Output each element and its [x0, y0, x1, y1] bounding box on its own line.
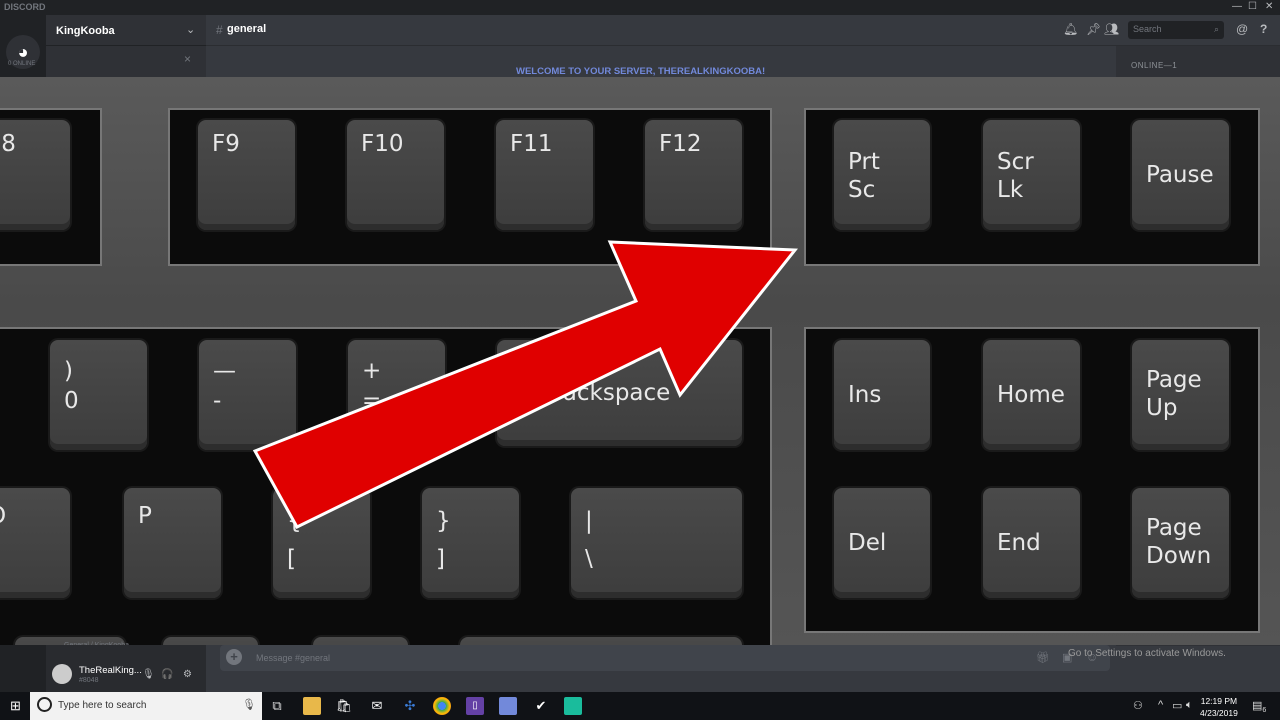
- user-tag: #8048: [79, 677, 99, 684]
- microphone-icon[interactable]: 🎙: [142, 669, 155, 680]
- headset-icon[interactable]: 🎧: [161, 669, 173, 680]
- title-bar: DISCORD — ☐ ✕: [0, 0, 1280, 15]
- chevron-down-icon[interactable]: ⌄: [186, 23, 195, 36]
- divider: [46, 45, 206, 46]
- mail-icon[interactable]: ✉: [368, 697, 386, 715]
- maximize-button[interactable]: ☐: [1248, 1, 1257, 12]
- windows-start-icon[interactable]: ⊞: [10, 698, 21, 714]
- gif-app-icon[interactable]: [564, 697, 582, 715]
- red-arrow: [252, 240, 799, 529]
- channel-name: general: [227, 23, 267, 35]
- notification-icon[interactable]: ▤6: [1252, 699, 1266, 714]
- channel-header: # general 🔔︎ 📌︎ 👥︎ Search ⌕ @ ?: [206, 15, 1280, 46]
- user-panel: TheRealKing... #8048 🎙 🎧 ⚙: [46, 645, 206, 692]
- cortana-icon: [37, 697, 52, 712]
- upload-plus-icon[interactable]: +: [226, 649, 242, 665]
- search-icon: ⌕: [1213, 24, 1219, 34]
- microphone-icon[interactable]: 🎙︎: [242, 698, 256, 711]
- twitch-icon[interactable]: ▯: [466, 697, 484, 715]
- activate-windows-watermark: Go to Settings to activate Windows.: [1068, 648, 1226, 659]
- pin-icon[interactable]: 📌︎: [1086, 22, 1101, 36]
- time: 12:19 PM: [1200, 696, 1238, 706]
- avatar[interactable]: [52, 664, 72, 684]
- message-placeholder: Message #general: [256, 653, 331, 663]
- hash-icon: #: [216, 23, 223, 37]
- tray-chevron-up-icon[interactable]: ^: [1158, 699, 1163, 711]
- notification-count: 6: [1262, 707, 1267, 715]
- server-name[interactable]: KingKooba: [56, 25, 115, 37]
- close-button[interactable]: ✕: [1265, 1, 1273, 12]
- members-icon[interactable]: 👥︎: [1104, 22, 1119, 36]
- chrome-icon[interactable]: [433, 697, 451, 715]
- gear-icon[interactable]: ⚙: [183, 669, 192, 680]
- volume-icon[interactable]: 🔈︎: [1186, 699, 1193, 712]
- bell-icon[interactable]: 🔔︎: [1063, 22, 1078, 36]
- welcome-message: WELCOME TO YOUR SERVER, THEREALKINGKOOBA…: [516, 66, 766, 77]
- network-icon[interactable]: ▭: [1172, 699, 1182, 712]
- app-brand: DISCORD: [4, 2, 46, 12]
- online-header: ONLINE—1: [1131, 61, 1178, 70]
- date: 4/23/2019: [1200, 708, 1238, 718]
- discord-icon[interactable]: [499, 697, 517, 715]
- people-icon[interactable]: ⚇: [1133, 699, 1143, 712]
- minimize-button[interactable]: —: [1232, 1, 1242, 12]
- file-explorer-icon[interactable]: [303, 697, 321, 715]
- online-count: 0 ONLINE: [8, 61, 36, 67]
- clock[interactable]: 12:19 PM 4/23/2019: [1200, 695, 1238, 719]
- search-placeholder: Search: [1133, 24, 1162, 34]
- mention-icon[interactable]: @: [1236, 22, 1248, 36]
- red-arrow-shape: [252, 240, 799, 529]
- keyboard-image-overlay: F8 F9 F10 F11 F12 Prt Sc Scr Lk Pause ) …: [0, 77, 1280, 645]
- app-icon[interactable]: ✣: [401, 697, 419, 715]
- search-input[interactable]: Search ⌕: [1128, 21, 1224, 39]
- steam-icon[interactable]: ✔: [532, 697, 550, 715]
- taskbar: ⊞ Type here to search 🎙︎ ⧉ 🛍︎ ✉ ✣ ▯ ✔ ⚇ …: [0, 692, 1280, 720]
- taskbar-search-input[interactable]: Type here to search 🎙︎: [30, 692, 262, 720]
- close-icon[interactable]: ×: [184, 52, 191, 66]
- help-icon[interactable]: ?: [1260, 22, 1267, 36]
- message-input[interactable]: + Message #general 🎁︎ ▣ ☺: [220, 645, 1110, 671]
- username: TheRealKing...: [79, 665, 142, 676]
- gift-icon[interactable]: 🎁︎: [1036, 651, 1050, 664]
- store-icon[interactable]: 🛍︎: [335, 697, 353, 715]
- task-view-icon[interactable]: ⧉: [268, 697, 286, 715]
- taskbar-search-placeholder: Type here to search: [58, 700, 147, 711]
